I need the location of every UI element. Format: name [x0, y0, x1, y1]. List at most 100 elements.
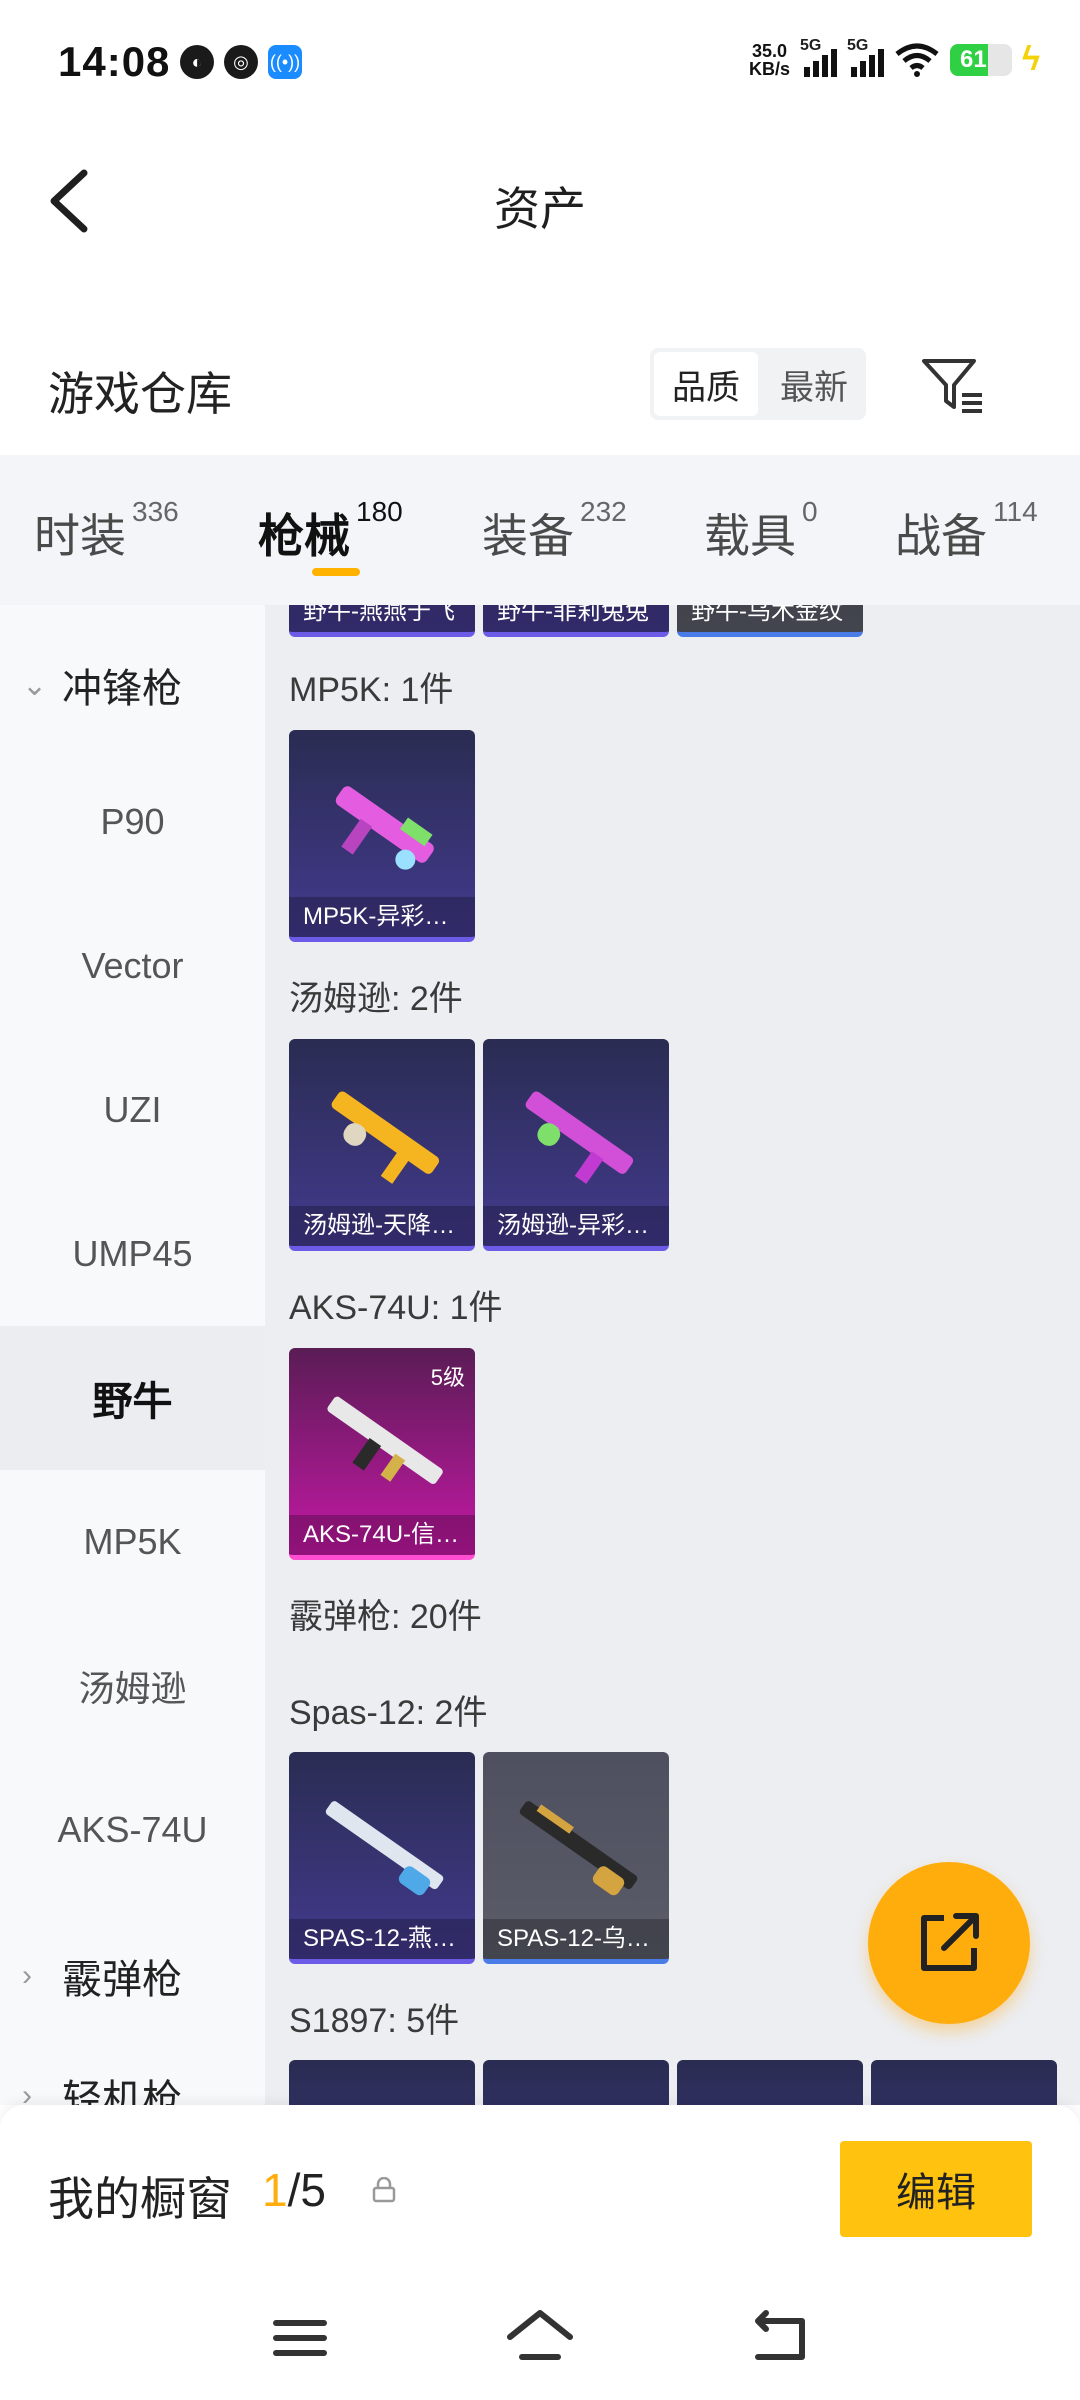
- weapon-category-sidebar: ⌄ 冲锋枪 P90 Vector UZI UMP45 野牛 MP5K 汤姆逊 A…: [0, 605, 265, 2105]
- tab-count: 232: [580, 496, 627, 527]
- sort-latest-button[interactable]: 最新: [762, 348, 866, 420]
- smg-icon: [331, 1091, 440, 1184]
- section-title-spas12: Spas-12: 2件: [289, 1694, 488, 1732]
- rifle-icon: [327, 1396, 443, 1484]
- sidebar-item-aks74u[interactable]: AKS-74U: [0, 1758, 265, 1902]
- wifi-icon: [895, 43, 939, 77]
- section-title-mp5k: MP5K: 1件: [289, 671, 454, 709]
- sidebar-item-bizon[interactable]: 野牛: [0, 1326, 265, 1470]
- sidebar-group-shotgun[interactable]: › 霰弹枪: [0, 1921, 265, 2031]
- warehouse-title: 游戏仓库: [48, 368, 232, 420]
- tab-supplies[interactable]: 战备 114: [895, 496, 1038, 566]
- weapon-card[interactable]: [871, 2060, 1057, 2105]
- weapon-card-label: AKS-74U-信…: [289, 1515, 475, 1555]
- weapon-card[interactable]: 汤姆逊-天降…: [289, 1039, 475, 1251]
- tab-equipment[interactable]: 装备 232: [482, 496, 627, 566]
- weapon-card-label: SPAS-12-燕…: [289, 1919, 475, 1959]
- charging-icon: ϟ: [1022, 40, 1040, 78]
- showcase-current: 1: [262, 2164, 288, 2216]
- sphere-notification-icon: ◎: [224, 45, 258, 79]
- chevron-right-icon: ›: [22, 1959, 32, 1992]
- tab-label: 战备: [895, 510, 987, 562]
- share-button[interactable]: [868, 1862, 1030, 2024]
- signal-1-icon: 5G: [800, 37, 837, 77]
- sidebar-item-mp5k[interactable]: MP5K: [0, 1470, 265, 1614]
- weapon-card[interactable]: 5级 AKS-74U-信…: [289, 1348, 475, 1560]
- status-right: 35.0 KB/s 5G 5G 61 ϟ: [749, 37, 1040, 79]
- signal-2-label: 5G: [847, 36, 869, 54]
- tab-label: 枪械: [258, 510, 350, 562]
- app-notification-icon: ◐: [180, 45, 214, 79]
- weapon-card[interactable]: [289, 2060, 475, 2105]
- sort-quality-button[interactable]: 品质: [654, 352, 758, 416]
- tab-label: 装备: [482, 510, 574, 562]
- weapon-card[interactable]: [677, 2060, 863, 2105]
- net-speed: 35.0 KB/s: [749, 42, 790, 78]
- weapon-card-label: 野牛-燕燕于飞: [289, 605, 475, 632]
- showcase-count: 1/5: [262, 2163, 326, 2217]
- header: 资产: [0, 125, 1080, 275]
- battery-icon: 61: [950, 43, 1012, 76]
- signal-2-icon: 5G: [847, 37, 884, 77]
- weapon-card[interactable]: MP5K-异彩…: [289, 730, 475, 942]
- tab-vehicles[interactable]: 载具 0: [704, 496, 818, 566]
- sidebar-group-lmg[interactable]: › 轻机枪: [0, 2041, 265, 2105]
- smg-icon: [525, 1091, 634, 1184]
- chevron-right-icon: ›: [22, 2079, 32, 2105]
- home-icon[interactable]: [500, 2303, 580, 2373]
- section-title-thompson: 汤姆逊: 2件: [289, 980, 463, 1018]
- sidebar-group-label: 冲锋枪: [62, 667, 182, 711]
- net-speed-value: 35.0: [751, 40, 788, 61]
- weapon-card[interactable]: 汤姆逊-异彩…: [483, 1039, 669, 1251]
- weapon-card[interactable]: 野牛-菲莉兔兔: [483, 605, 669, 637]
- share-export-icon: [921, 1913, 979, 1971]
- weapon-card[interactable]: SPAS-12-乌…: [483, 1752, 669, 1964]
- active-tab-indicator: [312, 568, 360, 576]
- sidebar-item-uzi[interactable]: UZI: [0, 1038, 265, 1182]
- sidebar-item-ump45[interactable]: UMP45: [0, 1182, 265, 1326]
- tab-fashion[interactable]: 时装 336: [34, 496, 179, 566]
- sidebar-item-thompson[interactable]: 汤姆逊: [0, 1614, 265, 1758]
- tab-label: 时装: [34, 510, 126, 562]
- tab-count: 180: [356, 496, 403, 527]
- system-nav-bar: [0, 2285, 1080, 2400]
- section-title-aks74u: AKS-74U: 1件: [289, 1289, 503, 1327]
- back-nav-icon[interactable]: [740, 2303, 820, 2373]
- weapon-card-label: 汤姆逊-天降…: [289, 1206, 475, 1246]
- shotgun-icon: [519, 1801, 638, 1896]
- weapon-card-label: 野牛-菲莉兔兔: [483, 605, 669, 632]
- edit-button[interactable]: 编辑: [840, 2141, 1032, 2237]
- weapon-card[interactable]: [483, 2060, 669, 2105]
- weapon-card[interactable]: SPAS-12-燕…: [289, 1752, 475, 1964]
- sidebar-group-smg[interactable]: ⌄ 冲锋枪: [0, 630, 265, 740]
- battery-level: 61: [960, 45, 987, 73]
- tab-firearms[interactable]: 枪械 180: [258, 496, 403, 566]
- tab-count: 114: [993, 496, 1038, 527]
- lock-icon: [372, 2177, 396, 2203]
- showcase-total: /5: [287, 2164, 326, 2216]
- section-title-shotgun: 霰弹枪: 20件: [289, 1598, 482, 1636]
- weapon-card-label: MP5K-异彩…: [289, 897, 475, 937]
- status-bar: 14:08 ◐ ◎ ((•)) 35.0 KB/s 5G 5G 61 ϟ: [0, 0, 1080, 125]
- showcase-title: 我的橱窗: [48, 2173, 232, 2225]
- weapon-card-label: 汤姆逊-异彩…: [483, 1206, 669, 1246]
- weapon-card[interactable]: 野牛-燕燕于飞: [289, 605, 475, 637]
- sidebar-item-p90[interactable]: P90: [0, 750, 265, 894]
- status-notification-icons: ◐ ◎ ((•)): [180, 45, 302, 79]
- section-title-s1897: S1897: 5件: [289, 2002, 460, 2040]
- nfc-notification-icon: ((•)): [268, 45, 302, 79]
- smg-icon: [335, 786, 434, 870]
- weapon-card-label: 野牛-乌木金纹: [677, 605, 863, 632]
- menu-icon[interactable]: [260, 2303, 340, 2373]
- sidebar-item-vector[interactable]: Vector: [0, 894, 265, 1038]
- filter-icon[interactable]: [920, 355, 986, 417]
- sidebar-group-label: 霰弹枪: [62, 1958, 182, 2002]
- tab-count: 336: [132, 496, 179, 527]
- sort-toggle: 品质 最新: [650, 348, 866, 420]
- weapon-card[interactable]: 野牛-乌木金纹: [677, 605, 863, 637]
- status-time: 14:08: [58, 38, 171, 85]
- category-tabs: 时装 336 枪械 180 装备 232 载具 0 战备 114: [0, 455, 1080, 605]
- net-speed-unit: KB/s: [748, 58, 790, 79]
- shotgun-icon: [325, 1801, 444, 1896]
- tab-count: 0: [802, 496, 818, 527]
